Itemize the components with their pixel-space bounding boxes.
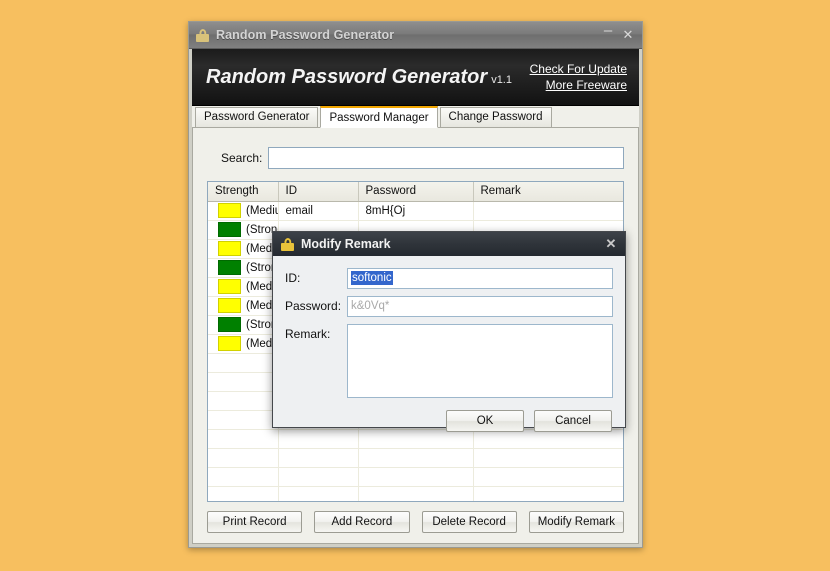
more-freeware-link[interactable]: More Freeware <box>530 77 627 93</box>
banner-heading: Random Password Generator v1.1 <box>206 66 512 89</box>
search-label: Search: <box>221 151 263 165</box>
window-titlebar[interactable]: Random Password Generator – ✕ <box>189 22 642 49</box>
dialog-titlebar[interactable]: Modify Remark ✕ <box>273 232 625 256</box>
column-header-id[interactable]: ID <box>278 182 359 202</box>
cell-id <box>278 448 359 468</box>
lock-icon <box>196 28 209 42</box>
check-for-update-link[interactable]: Check For Update <box>530 61 627 77</box>
column-header-password[interactable]: Password <box>358 182 474 202</box>
dialog-remark-field[interactable] <box>347 324 613 398</box>
cell-strength: (Medium) <box>208 334 279 354</box>
strength-swatch <box>218 298 241 313</box>
cell-strength <box>208 353 279 373</box>
cell-strength <box>208 372 279 392</box>
cell-password <box>358 467 474 487</box>
strength-swatch <box>218 260 241 275</box>
cell-strength: (Medium) <box>208 201 279 221</box>
table-row[interactable] <box>208 486 623 501</box>
search-input[interactable] <box>268 147 624 169</box>
tab-password-manager[interactable]: Password Manager <box>320 106 438 128</box>
table-row[interactable]: (Medium)email8mH{Oj <box>208 201 623 221</box>
dialog-ok-button[interactable]: OK <box>446 410 524 432</box>
close-button[interactable]: ✕ <box>618 26 638 44</box>
dialog-id-value: softonic <box>351 271 393 285</box>
column-header-strength[interactable]: Strength <box>208 182 279 202</box>
cell-strength: (Medium) <box>208 277 279 297</box>
window-title: Random Password Generator <box>216 28 395 42</box>
dialog-button-row: OK Cancel <box>285 410 613 432</box>
cell-strength <box>208 429 279 449</box>
cell-password <box>358 448 474 468</box>
cell-strength: (Medium) <box>208 296 279 316</box>
cell-remark <box>473 201 623 221</box>
dialog-password-label: Password: <box>285 299 342 313</box>
table-row[interactable] <box>208 467 623 487</box>
strength-swatch <box>218 317 241 332</box>
cell-password: 8mH{Oj <box>358 201 474 221</box>
dialog-password-row: Password: k&0Vq* <box>285 296 613 317</box>
cell-password <box>358 486 474 501</box>
delete-record-button[interactable]: Delete Record <box>421 511 517 533</box>
tab-change-password[interactable]: Change Password <box>439 107 552 127</box>
cell-strength: (Strong) <box>208 220 279 240</box>
dialog-remark-row: Remark: <box>285 324 613 398</box>
record-actions-toolbar: Print Record Add Record Delete Record Mo… <box>207 502 624 543</box>
strength-label: (Medium) <box>246 204 277 217</box>
cell-remark <box>473 448 623 468</box>
cell-strength: (Medium) <box>208 239 279 259</box>
search-row: Search: <box>221 147 624 169</box>
modify-remark-button[interactable]: Modify Remark <box>528 511 624 533</box>
strength-swatch <box>218 241 241 256</box>
dialog-close-icon[interactable]: ✕ <box>603 236 619 252</box>
tab-strip: Password Generator Password Manager Chan… <box>192 106 639 128</box>
cell-strength <box>208 410 279 430</box>
cell-remark <box>473 486 623 501</box>
cell-id <box>278 467 359 487</box>
minimize-button[interactable]: – <box>598 23 618 44</box>
cell-strength <box>208 391 279 411</box>
banner-product-name: Random Password Generator <box>206 65 488 88</box>
cell-strength <box>208 486 279 501</box>
dialog-cancel-button[interactable]: Cancel <box>534 410 612 432</box>
cell-id: email <box>278 201 359 221</box>
dialog-title: Modify Remark <box>301 237 391 251</box>
app-banner: Random Password Generator v1.1 Check For … <box>192 49 639 106</box>
cell-id <box>278 486 359 501</box>
add-record-button[interactable]: Add Record <box>314 511 410 533</box>
strength-swatch <box>218 203 241 218</box>
modify-remark-dialog: Modify Remark ✕ ID: softonic Password: k… <box>272 231 626 432</box>
strength-swatch <box>218 279 241 294</box>
strength-swatch <box>218 336 241 351</box>
dialog-body: ID: softonic Password: k&0Vq* Remark: OK… <box>273 256 625 432</box>
lock-icon <box>281 237 294 251</box>
column-header-remark[interactable]: Remark <box>473 182 623 202</box>
cell-remark <box>473 467 623 487</box>
cell-strength: (Strong) <box>208 258 279 278</box>
cell-strength <box>208 448 279 468</box>
tab-password-generator[interactable]: Password Generator <box>195 107 319 127</box>
strength-swatch <box>218 222 241 237</box>
table-row[interactable] <box>208 448 623 468</box>
dialog-id-row: ID: softonic <box>285 268 613 289</box>
table-header-row: Strength ID Password Remark <box>208 182 623 202</box>
dialog-remark-label: Remark: <box>285 327 331 341</box>
dialog-password-field[interactable]: k&0Vq* <box>347 296 613 317</box>
cell-strength: (Strong) <box>208 315 279 335</box>
banner-version: v1.1 <box>491 73 512 86</box>
print-record-button[interactable]: Print Record <box>207 511 303 533</box>
dialog-id-field[interactable]: softonic <box>347 268 613 289</box>
dialog-id-label: ID: <box>285 271 301 285</box>
cell-strength <box>208 467 279 487</box>
banner-links: Check For Update More Freeware <box>530 61 627 93</box>
